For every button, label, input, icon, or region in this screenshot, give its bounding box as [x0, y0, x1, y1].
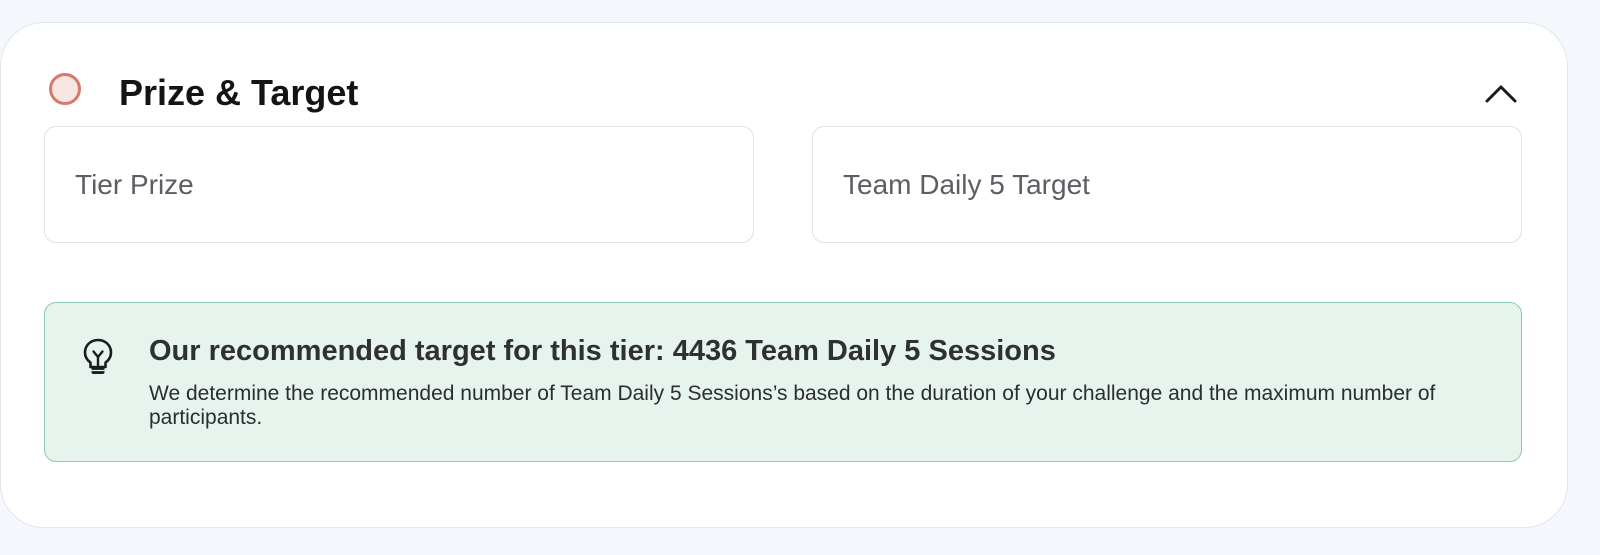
- lightbulb-icon: [83, 338, 113, 374]
- section-header[interactable]: Prize & Target: [47, 69, 1521, 117]
- tier-prize-field[interactable]: [44, 126, 754, 243]
- collapse-button[interactable]: [1481, 75, 1521, 111]
- tier-prize-input[interactable]: [75, 127, 733, 242]
- recommendation-banner: Our recommended target for this tier: 44…: [44, 302, 1522, 462]
- status-circle-icon: [49, 73, 81, 105]
- recommendation-description: We determine the recommended number of T…: [149, 382, 1436, 429]
- team-daily-target-field[interactable]: [812, 126, 1522, 243]
- recommendation-title: Our recommended target for this tier: 44…: [149, 335, 1056, 367]
- team-daily-target-input[interactable]: [843, 127, 1501, 242]
- section-title: Prize & Target: [119, 72, 359, 113]
- chevron-up-icon: [1485, 85, 1517, 103]
